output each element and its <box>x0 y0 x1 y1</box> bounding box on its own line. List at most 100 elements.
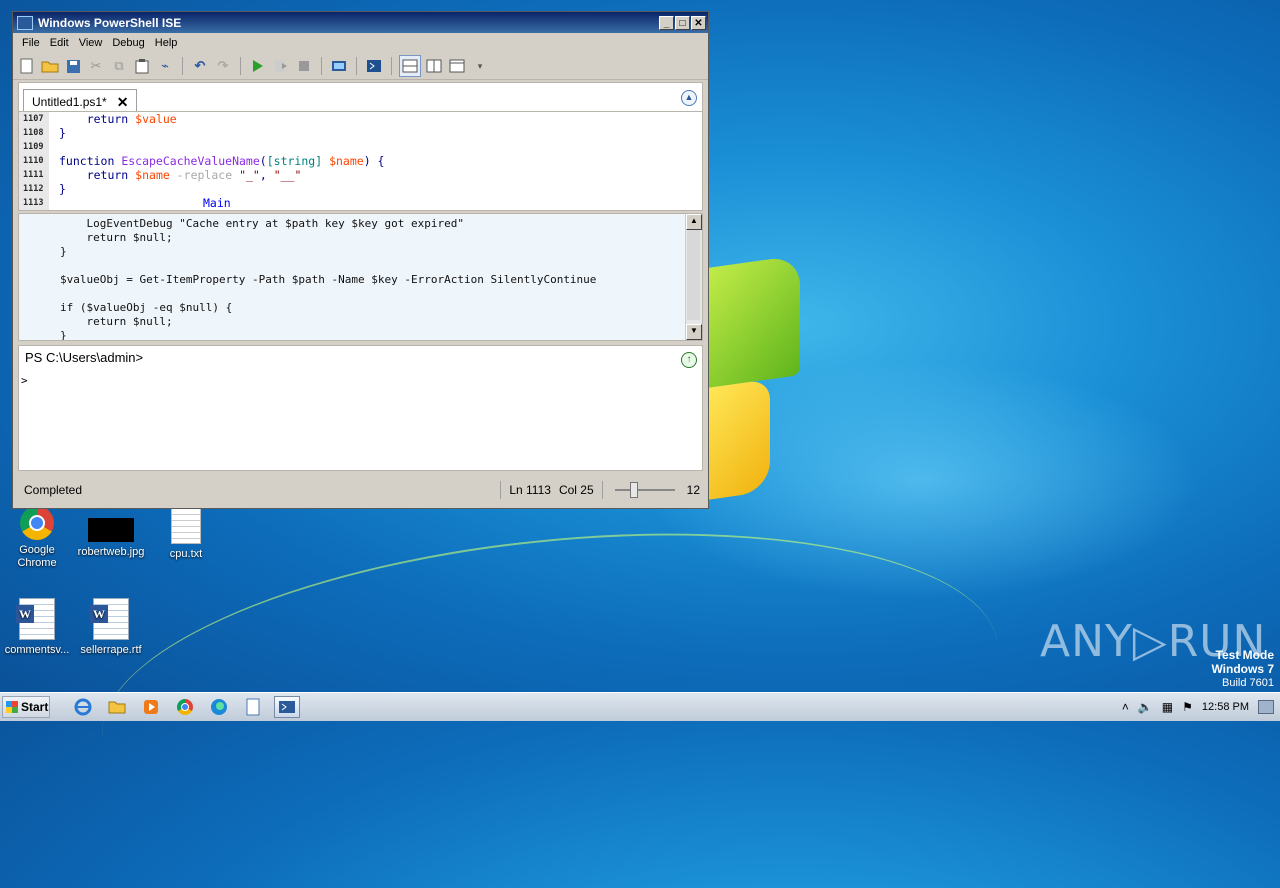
vertical-scrollbar[interactable]: ▲ ▼ <box>685 214 702 340</box>
desktop-icon-robertweb[interactable]: robertweb.jpg <box>74 512 148 559</box>
word-doc-icon: W <box>16 598 55 640</box>
layout-maximized-icon[interactable] <box>447 56 467 76</box>
network-icon[interactable]: ▦ <box>1162 700 1173 714</box>
line-number: 1113 <box>23 198 44 208</box>
clock[interactable]: 12:58 PM <box>1202 701 1249 713</box>
line-number: 1107 <box>23 114 44 124</box>
volume-icon[interactable]: 🔈 <box>1138 700 1153 714</box>
image-file-icon <box>88 518 134 542</box>
scroll-thumb[interactable] <box>687 230 700 320</box>
clear-icon[interactable]: ⌁ <box>155 56 175 76</box>
notepad-icon[interactable] <box>240 696 266 718</box>
windows-logo-icon <box>6 701 18 713</box>
file-explorer-icon[interactable] <box>104 696 130 718</box>
desktop-icon-commentsv[interactable]: W commentsv... <box>0 598 74 657</box>
zoom-slider[interactable] <box>614 482 675 498</box>
taskbar: Start ˄ 🔈 ▦ ⚑ 12:58 PM <box>0 692 1280 721</box>
tab-label: Untitled1.ps1* <box>32 95 107 109</box>
start-label: Start <box>21 700 49 714</box>
paste-icon[interactable] <box>132 56 152 76</box>
code-text: return $value <box>59 112 177 126</box>
save-icon[interactable] <box>63 56 83 76</box>
desktop-icon-label: Google Chrome <box>17 544 57 569</box>
debug-source-pane[interactable]: LogEventDebug "Cache entry at $path key … <box>18 213 703 341</box>
code-line: 1112 } <box>19 182 66 196</box>
desktop-icon-label: commentsv... <box>4 644 70 656</box>
run-icon[interactable] <box>248 56 268 76</box>
word-doc-icon: W <box>90 598 129 640</box>
maximize-button[interactable]: □ <box>675 15 690 30</box>
undo-icon[interactable]: ↶ <box>190 56 210 76</box>
menu-view[interactable]: View <box>74 37 108 49</box>
edge-icon[interactable] <box>206 696 232 718</box>
code-text: return $name -replace "_", "__" <box>59 168 302 182</box>
console-input[interactable]: > <box>21 374 28 387</box>
status-text: Completed <box>24 483 83 497</box>
build-label: Build 7601 <box>1222 677 1274 689</box>
launch-console-icon[interactable] <box>364 56 384 76</box>
debug-line: } <box>60 329 67 341</box>
toolbar-separator <box>182 57 183 75</box>
new-file-icon[interactable] <box>17 56 37 76</box>
layout-right-icon[interactable] <box>424 56 444 76</box>
new-remote-tab-icon[interactable] <box>329 56 349 76</box>
run-selection-icon[interactable] <box>271 56 291 76</box>
chrome-taskbar-icon[interactable] <box>172 696 198 718</box>
desktop-icon-sellerrape[interactable]: W sellerrape.rtf <box>74 598 148 657</box>
test-mode-notice: Test Mode Windows 7 Build 7601 <box>1211 648 1274 690</box>
code-text: function EscapeCacheValueName([string] $… <box>59 154 385 168</box>
media-player-icon[interactable] <box>138 696 164 718</box>
menu-edit[interactable]: Edit <box>45 37 74 49</box>
stop-icon[interactable] <box>294 56 314 76</box>
collapse-script-pane-icon[interactable]: ▲ <box>681 90 697 106</box>
action-center-flag-icon[interactable]: ⚑ <box>1182 700 1193 714</box>
show-script-pane-icon[interactable]: ↑ <box>681 352 697 368</box>
powershell-ise-taskbar-icon[interactable] <box>274 696 300 718</box>
tab-close-icon[interactable]: ✕ <box>117 94 129 111</box>
desktop-icon-chrome[interactable]: Google Chrome <box>0 506 74 570</box>
close-button[interactable]: ✕ <box>691 15 706 30</box>
menu-help[interactable]: Help <box>150 37 183 49</box>
code-line: 1109 <box>19 140 59 154</box>
open-folder-icon[interactable] <box>40 56 60 76</box>
script-editor[interactable]: 1107 return $value 1108 } 1109 1110 func… <box>18 111 703 211</box>
desktop-icon-cpu-txt[interactable]: cpu.txt <box>149 508 223 561</box>
line-number: 1112 <box>23 184 44 194</box>
toolbar: ✂ ⧉ ⌁ ↶ ↷ ▾ <box>13 53 708 80</box>
zoom-slider-thumb[interactable] <box>629 482 638 498</box>
scroll-down-icon[interactable]: ▼ <box>686 324 702 340</box>
column-indicator: Col 25 <box>558 483 594 497</box>
line-number: 1111 <box>23 170 44 180</box>
status-bar: Completed Ln 1113 Col 25 12 <box>13 472 708 508</box>
scroll-up-icon[interactable]: ▲ <box>686 214 702 230</box>
cut-icon[interactable]: ✂ <box>86 56 106 76</box>
code-text: } <box>59 182 66 196</box>
debug-line: } <box>60 245 67 258</box>
layout-top-icon[interactable] <box>399 55 421 77</box>
debug-line: LogEventDebug "Cache entry at $path key … <box>60 217 464 230</box>
menu-file[interactable]: File <box>17 37 45 49</box>
toolbar-options-icon[interactable]: ▾ <box>470 56 490 76</box>
code-text: Main <box>203 196 231 210</box>
show-hidden-icons-icon[interactable]: ˄ <box>1122 700 1129 714</box>
window-title: Windows PowerShell ISE <box>38 15 182 30</box>
code-line: 1108 } <box>19 126 66 140</box>
title-bar[interactable]: Windows PowerShell ISE _ □ ✕ <box>13 12 708 33</box>
redo-icon[interactable]: ↷ <box>213 56 233 76</box>
internet-explorer-icon[interactable] <box>70 696 96 718</box>
desktop-icon-label: robertweb.jpg <box>77 546 145 558</box>
console-pane[interactable]: PS C:\Users\admin> > ↑ <box>18 345 703 471</box>
copy-icon[interactable]: ⧉ <box>109 56 129 76</box>
debug-line: return $null; <box>60 315 173 328</box>
line-number: 1108 <box>23 128 44 138</box>
code-line: 1111 return $name -replace "_", "__" <box>19 168 301 182</box>
code-text: } <box>59 126 66 140</box>
zoom-level: 12 <box>686 483 700 497</box>
minimize-button[interactable]: _ <box>659 15 674 30</box>
menu-debug[interactable]: Debug <box>107 37 149 49</box>
powershell-icon <box>17 15 33 30</box>
start-button[interactable]: Start <box>2 696 50 718</box>
show-desktop-icon[interactable] <box>1258 700 1274 714</box>
chrome-icon <box>20 506 54 540</box>
